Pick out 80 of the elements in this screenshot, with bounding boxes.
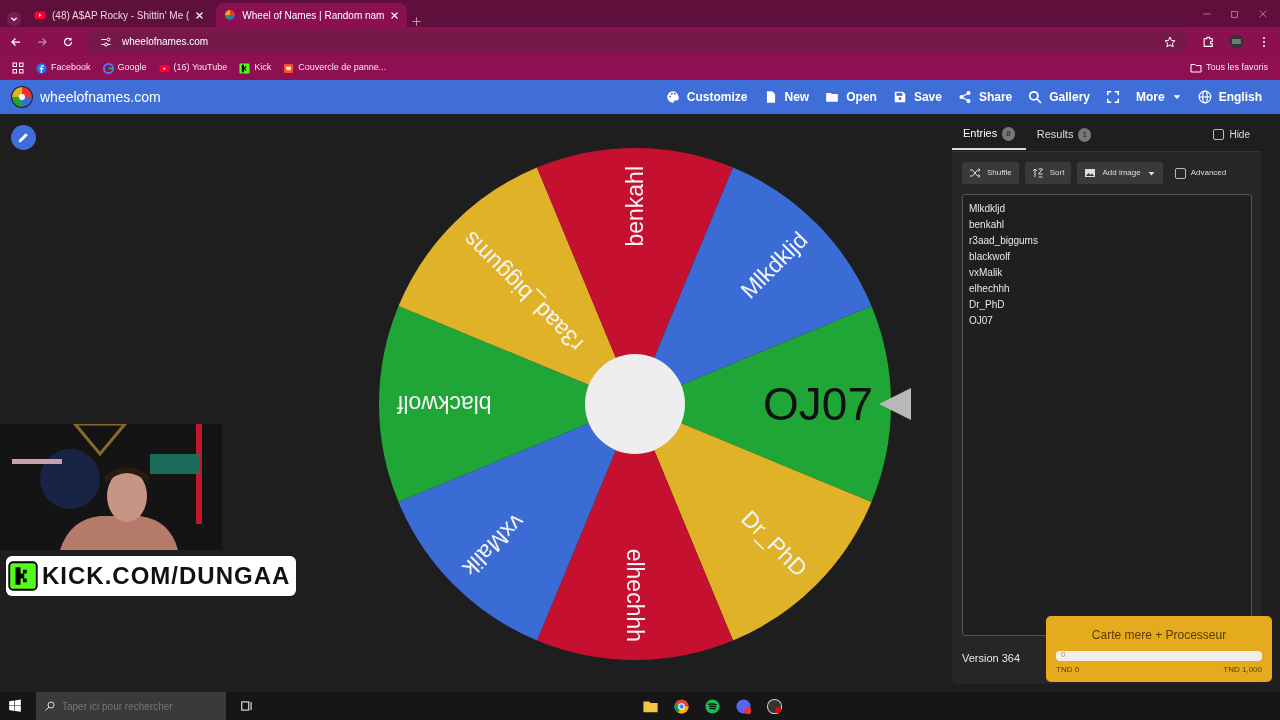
video-icon: [158, 62, 170, 74]
bookmark-link[interactable]: Google: [102, 61, 147, 75]
bookmark-link[interactable]: Facebook: [36, 61, 91, 75]
back-icon[interactable]: [10, 35, 22, 48]
menu-button[interactable]: Share: [949, 84, 1021, 110]
hide-toggle[interactable]: Hide: [1213, 127, 1250, 142]
restore-icon[interactable]: [1230, 8, 1240, 19]
advanced-toggle[interactable]: Advanced: [1174, 167, 1227, 179]
bookmark-link[interactable]: Kick: [239, 61, 272, 75]
windows-icon[interactable]: [8, 699, 22, 713]
browser-tab[interactable]: Wheel of Names | Random nam: [216, 3, 408, 27]
share-icon: [957, 90, 972, 104]
reload-icon[interactable]: [62, 35, 74, 48]
facebook-icon: [36, 62, 47, 74]
search-icon: [1028, 90, 1043, 104]
caret-icon: [1171, 92, 1182, 102]
wheel-icon: [224, 9, 237, 21]
checkbox-label: Advanced: [1190, 167, 1227, 179]
apps-grid-icon[interactable]: [12, 62, 24, 74]
fullscreen-icon: [1106, 90, 1120, 104]
menu-button[interactable]: Save: [884, 84, 950, 110]
banner-text: KICK.COM/DUNGAA: [42, 561, 291, 591]
checkbox-label: Hide: [1229, 128, 1250, 142]
video-icon: [34, 9, 46, 21]
tool-button[interactable]: Shuffle: [962, 162, 1019, 184]
segment-label: blackwolf: [397, 391, 492, 417]
edit-button[interactable]: [11, 125, 36, 150]
segment-label: OJ07: [763, 378, 873, 430]
shuffle-icon: [969, 167, 981, 179]
browser-tab[interactable]: (48) A$AP Rocky - Shittin' Me (: [26, 3, 213, 27]
puzzle-icon[interactable]: [1202, 35, 1215, 48]
panel-tab[interactable]: Entries 8: [952, 119, 1026, 150]
menu-button[interactable]: Gallery: [1020, 84, 1098, 110]
globe-icon: [1197, 90, 1212, 104]
segment-label: benkahl: [622, 166, 648, 247]
folder-icon: [1189, 62, 1202, 74]
shopping-bag-icon: [283, 62, 295, 74]
site-settings-icon[interactable]: [100, 35, 112, 48]
menu-button[interactable]: New: [755, 84, 818, 110]
address-field[interactable]: wheelofnames.com: [122, 34, 209, 49]
count-badge: 1: [1078, 127, 1091, 142]
version-text: Version 364: [962, 650, 1021, 666]
profile-icon[interactable]: [1229, 34, 1244, 49]
brand-name[interactable]: wheelofnames.com: [40, 86, 161, 108]
folder-icon: [825, 90, 840, 104]
goal-max: TND 1,000: [1223, 664, 1262, 676]
bookmark-folder[interactable]: Tous les favoris: [1189, 61, 1268, 75]
browser-icon[interactable]: [673, 697, 690, 715]
bookmark-link[interactable]: (16) YouTube: [158, 61, 228, 75]
tab-list-icon[interactable]: [6, 11, 22, 27]
segment-label: elhechhh: [622, 548, 648, 642]
checkbox[interactable]: [1213, 129, 1225, 140]
task-view-icon[interactable]: [240, 699, 254, 713]
menu-button[interactable]: English: [1189, 84, 1270, 110]
save-icon: [892, 90, 907, 104]
progress-text: 0: [1061, 650, 1066, 660]
new-tab-icon[interactable]: [411, 16, 423, 27]
music-app-icon[interactable]: [704, 697, 721, 715]
image-icon: [1084, 167, 1097, 179]
wheel-hub[interactable]: [585, 354, 685, 454]
menu-button[interactable]: More: [1128, 84, 1190, 110]
tool-button[interactable]: Sort: [1024, 162, 1072, 184]
kick-icon: [239, 62, 251, 74]
wheel-logo-icon[interactable]: [10, 85, 34, 109]
kick-logo-icon: [8, 561, 38, 591]
checkbox[interactable]: [1174, 167, 1186, 179]
goal-min: TND 0: [1056, 664, 1080, 676]
menu-button[interactable]: Open: [817, 84, 885, 110]
pointer-icon: [879, 388, 911, 420]
sort-icon: [1031, 167, 1044, 179]
forward-icon[interactable]: [36, 35, 48, 48]
tool-button[interactable]: Add image: [1077, 162, 1163, 184]
panel-tab[interactable]: Results 1: [1025, 120, 1102, 149]
pencil-icon: [17, 131, 30, 144]
bookmark-link[interactable]: Couvercle de panne...: [283, 61, 387, 75]
count-badge: 8: [1002, 126, 1015, 141]
palette-icon: [665, 90, 680, 104]
search-icon: [44, 700, 56, 712]
star-icon[interactable]: [1164, 35, 1176, 48]
menu-button[interactable]: Customize: [657, 84, 756, 110]
